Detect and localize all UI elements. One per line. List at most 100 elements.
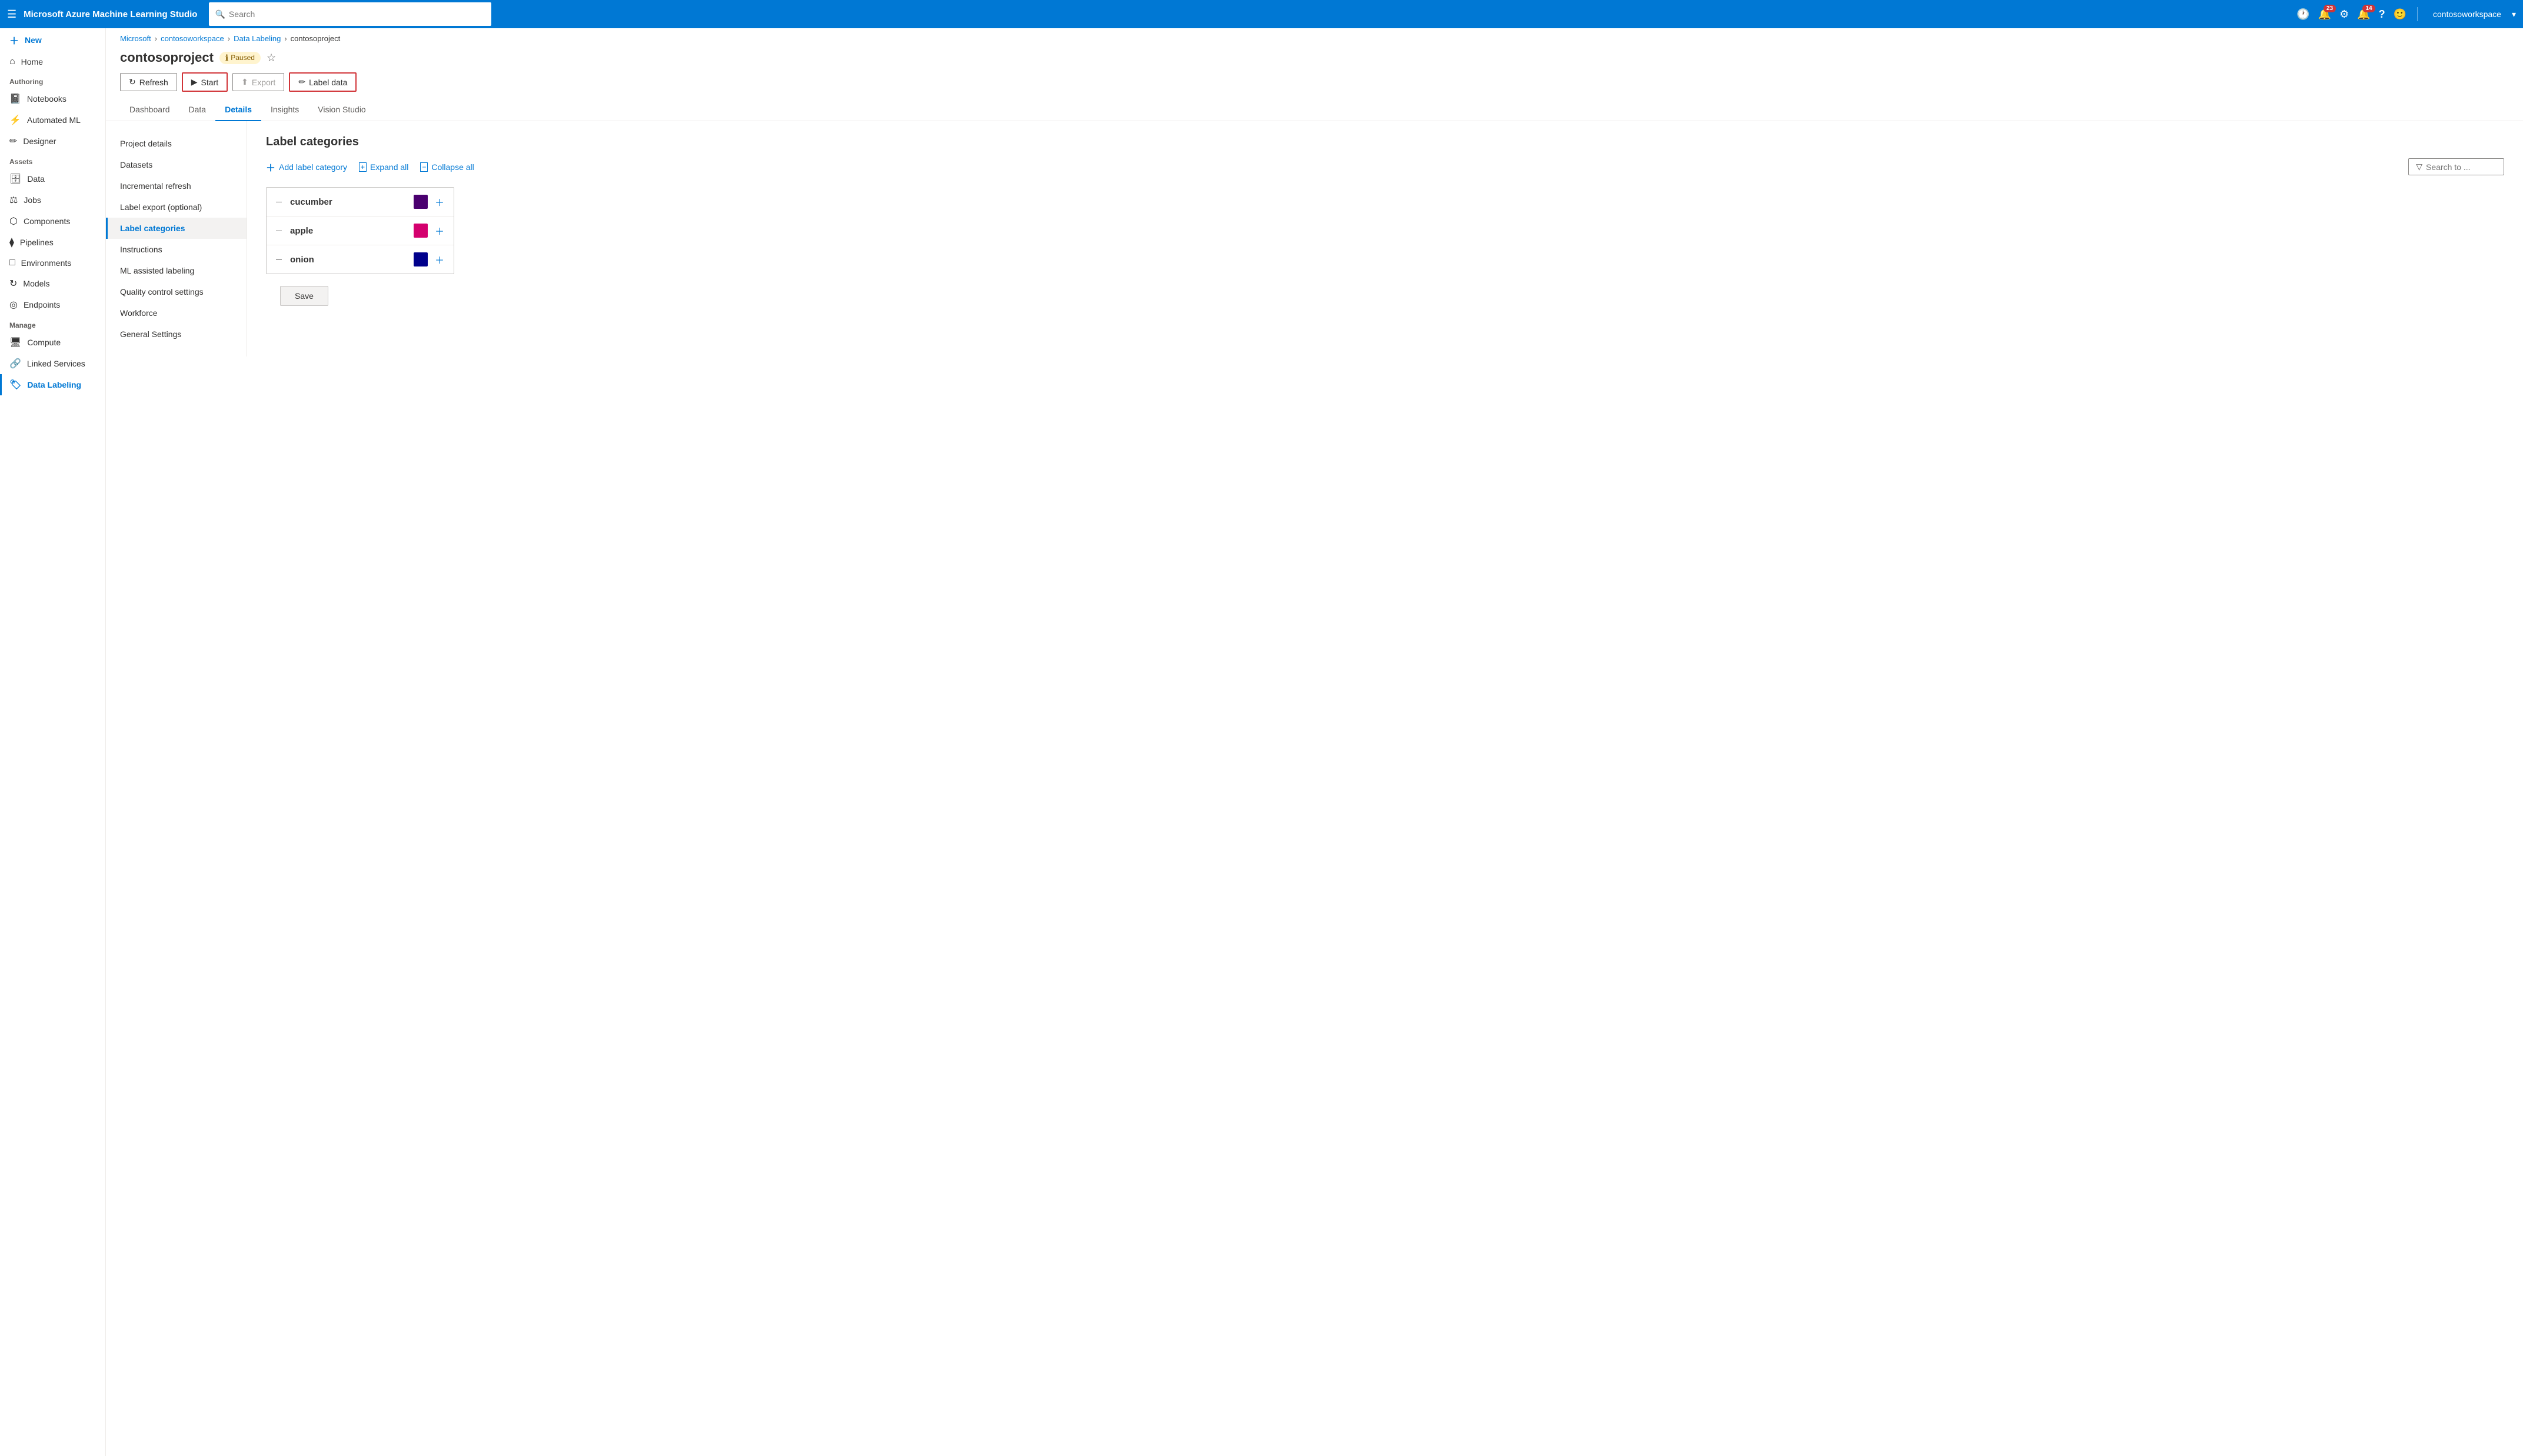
data-labeling-label: Data Labeling: [27, 380, 81, 389]
tab-insights[interactable]: Insights: [261, 99, 308, 121]
sidebar-item-notebooks[interactable]: 📓 Notebooks: [0, 88, 105, 109]
face-icon[interactable]: 🙂: [2394, 8, 2406, 21]
bell-icon[interactable]: 🔔23: [2318, 8, 2331, 21]
breadcrumb: Microsoft › contosoworkspace › Data Labe…: [106, 28, 2523, 46]
save-section: Save: [266, 274, 2504, 318]
category-search-box[interactable]: ▽: [2408, 158, 2504, 175]
add-subcategory-apple[interactable]: ＋: [435, 224, 444, 238]
color-swatch-apple[interactable]: [414, 224, 428, 238]
nav-quality-control[interactable]: Quality control settings: [106, 281, 247, 302]
authoring-section: Authoring: [0, 72, 105, 88]
nav-general-settings[interactable]: General Settings: [106, 324, 247, 345]
user-chevron-icon[interactable]: ▾: [2512, 9, 2516, 19]
sidebar-item-data-labeling[interactable]: 🏷 Data Labeling: [0, 374, 105, 395]
breadcrumb-sep3: ›: [284, 34, 287, 43]
label-icon: ✏: [298, 77, 305, 87]
add-subcategory-onion[interactable]: ＋: [435, 252, 444, 266]
notebook-icon: 📓: [9, 93, 21, 105]
sidebar-item-models[interactable]: ↻ Models: [0, 273, 105, 294]
main-content: Microsoft › contosoworkspace › Data Labe…: [106, 28, 2523, 1456]
label-cat-toolbar: ＋ Add label category + Expand all − Coll…: [266, 158, 2504, 175]
category-search-input[interactable]: [2426, 162, 2497, 172]
play-icon: ▶: [191, 77, 198, 87]
export-button[interactable]: ⬆ Export: [232, 73, 284, 91]
details-panel: Label categories ＋ Add label category + …: [247, 121, 2523, 356]
sidebar-item-home[interactable]: ⌂ Home: [0, 52, 105, 72]
category-list: — cucumber ＋ — apple ＋ — onion: [266, 187, 454, 274]
linked-services-icon: 🔗: [9, 358, 21, 369]
help-icon[interactable]: ?: [2379, 8, 2385, 21]
nav-label-export[interactable]: Label export (optional): [106, 196, 247, 218]
sidebar: ＋ New ⌂ Home Authoring 📓 Notebooks ⚡ Aut…: [0, 28, 106, 1456]
nav-ml-assisted[interactable]: ML assisted labeling: [106, 260, 247, 281]
expand-all-button[interactable]: + Expand all: [359, 162, 408, 172]
expand-icon: +: [359, 162, 367, 172]
models-label: Models: [23, 279, 49, 288]
nav-incremental-refresh[interactable]: Incremental refresh: [106, 175, 247, 196]
refresh-label: Refresh: [139, 78, 168, 87]
tab-dashboard[interactable]: Dashboard: [120, 99, 179, 121]
sidebar-item-environments[interactable]: □ Environments: [0, 253, 105, 273]
sidebar-item-designer[interactable]: ✏ Designer: [0, 131, 105, 152]
alert-icon[interactable]: 🔔14: [2357, 8, 2370, 21]
status-badge: ℹ Paused: [219, 52, 261, 64]
bullet-icon: —: [276, 199, 282, 205]
sidebar-item-automated-ml[interactable]: ⚡ Automated ML: [0, 109, 105, 131]
start-button[interactable]: ▶ Start: [182, 72, 228, 92]
automl-icon: ⚡: [9, 114, 21, 126]
main-layout: ＋ New ⌂ Home Authoring 📓 Notebooks ⚡ Aut…: [0, 28, 2523, 1456]
tab-details[interactable]: Details: [215, 99, 261, 121]
breadcrumb-workspace[interactable]: contosoworkspace: [161, 34, 224, 43]
save-button[interactable]: Save: [280, 286, 328, 306]
breadcrumb-data-labeling[interactable]: Data Labeling: [234, 34, 281, 43]
star-icon[interactable]: ☆: [267, 52, 276, 64]
tab-data[interactable]: Data: [179, 99, 216, 121]
sidebar-item-linked-services[interactable]: 🔗 Linked Services: [0, 353, 105, 374]
expand-all-text: Expand all: [370, 162, 408, 172]
designer-icon: ✏: [9, 135, 17, 147]
tab-vision-studio[interactable]: Vision Studio: [308, 99, 375, 121]
pipelines-label: Pipelines: [20, 238, 54, 247]
search-input[interactable]: [229, 9, 432, 19]
export-icon: ⬆: [241, 77, 248, 87]
page-header: contosoproject ℹ Paused ☆: [106, 46, 2523, 65]
home-label: Home: [21, 57, 43, 66]
top-navigation: ☰ Microsoft Azure Machine Learning Studi…: [0, 0, 2523, 28]
compute-label: Compute: [27, 338, 61, 347]
category-item-cucumber: — cucumber ＋: [267, 188, 454, 216]
sidebar-item-jobs[interactable]: ⚖ Jobs: [0, 189, 105, 211]
sidebar-item-pipelines[interactable]: ⧫ Pipelines: [0, 232, 105, 253]
sidebar-item-endpoints[interactable]: ◎ Endpoints: [0, 294, 105, 315]
color-swatch-cucumber[interactable]: [414, 195, 428, 209]
status-text: Paused: [231, 54, 255, 62]
sidebar-item-data[interactable]: 🗄 Data: [0, 168, 105, 189]
bullet-icon: —: [276, 228, 282, 234]
color-swatch-onion[interactable]: [414, 252, 428, 266]
search-box[interactable]: 🔍 This workspace ▾: [209, 2, 491, 26]
user-label[interactable]: contosoworkspace: [2433, 9, 2501, 19]
top-nav-icons: 🕐 🔔23 ⚙ 🔔14 ? 🙂 contosoworkspace ▾: [2296, 7, 2516, 21]
add-label-category-button[interactable]: ＋ Add label category: [266, 160, 347, 174]
nav-workforce[interactable]: Workforce: [106, 302, 247, 324]
manage-section: Manage: [0, 315, 105, 332]
workspace-selector[interactable]: This workspace ▾: [438, 5, 485, 24]
sidebar-item-components[interactable]: ⬡ Components: [0, 211, 105, 232]
label-data-button[interactable]: ✏ Label data: [289, 72, 357, 92]
breadcrumb-microsoft[interactable]: Microsoft: [120, 34, 151, 43]
app-brand: Microsoft Azure Machine Learning Studio: [24, 9, 197, 19]
nav-instructions[interactable]: Instructions: [106, 239, 247, 260]
nav-label-categories[interactable]: Label categories: [106, 218, 247, 239]
add-subcategory-cucumber[interactable]: ＋: [435, 195, 444, 209]
nav-project-details[interactable]: Project details: [106, 133, 247, 154]
refresh-button[interactable]: ↻ Refresh: [120, 73, 177, 91]
collapse-all-button[interactable]: − Collapse all: [420, 162, 474, 172]
clock-icon[interactable]: 🕐: [2296, 8, 2309, 21]
sidebar-item-new[interactable]: ＋ New: [0, 28, 105, 52]
compute-icon: 🖥: [9, 336, 21, 348]
breadcrumb-sep2: ›: [228, 34, 230, 43]
nav-datasets[interactable]: Datasets: [106, 154, 247, 175]
sidebar-item-compute[interactable]: 🖥 Compute: [0, 332, 105, 353]
jobs-icon: ⚖: [9, 194, 18, 206]
gear-icon[interactable]: ⚙: [2339, 8, 2349, 21]
hamburger-icon[interactable]: ☰: [7, 8, 16, 21]
